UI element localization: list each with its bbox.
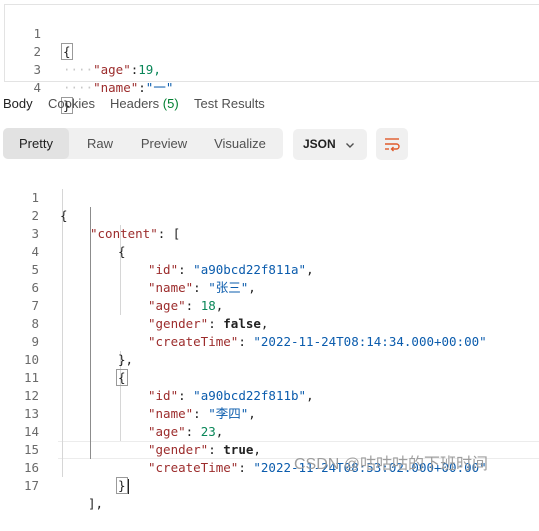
- code-line: 12 "name": "李四",: [0, 369, 256, 421]
- array-open: : [: [157, 226, 181, 241]
- code-line: 13 "age": 23,: [0, 387, 223, 439]
- tab-headers-label: Headers: [110, 96, 160, 111]
- json-value: 19,: [138, 62, 161, 77]
- json-key: "createTime": [148, 460, 239, 475]
- json-key: "id": [148, 262, 179, 277]
- code-line: 4 }: [5, 61, 73, 114]
- json-value: "一": [145, 80, 174, 95]
- json-value: "2022-11-24T08:14:34.000+00:00": [253, 334, 487, 349]
- line-number: 17: [23, 478, 39, 493]
- json-key: "gender": [148, 442, 209, 457]
- json-value: true: [223, 442, 254, 457]
- json-key: "name": [148, 280, 194, 295]
- code-line: 6 "age": 18,: [0, 261, 223, 313]
- indent-dots: ····: [63, 62, 94, 77]
- code-line: 1 {: [0, 171, 67, 223]
- json-value: "张三": [208, 280, 249, 295]
- code-line: 10 {: [0, 333, 128, 386]
- json-value: "a90bcd22f811a": [193, 262, 307, 277]
- object-close: },: [118, 352, 134, 367]
- json-key: "id": [148, 388, 179, 403]
- wrap-lines-button[interactable]: [376, 128, 408, 160]
- code-line: 11 "id": "a90bcd22f811b",: [0, 351, 314, 403]
- json-value: 18: [200, 298, 216, 313]
- visualize-button[interactable]: Visualize: [197, 128, 283, 159]
- code-line: 1 {: [5, 7, 73, 60]
- json-key: "age": [148, 424, 186, 439]
- pretty-button[interactable]: Pretty: [3, 128, 69, 159]
- text-cursor: [127, 479, 129, 494]
- indent-guide: [90, 207, 91, 459]
- json-key: "age": [93, 62, 131, 77]
- code-line: 9 },: [0, 315, 133, 367]
- code-line: 2 "content": [: [0, 189, 180, 241]
- indent-guide: [62, 189, 63, 477]
- line-number: 4: [33, 80, 41, 95]
- code-line: 16 }: [0, 441, 129, 494]
- object-close: }: [116, 477, 128, 494]
- colon: :: [138, 80, 146, 95]
- request-body-editor[interactable]: 1 { 2 ····"age":19, 3 ····"name":"一" 4 }: [4, 4, 539, 114]
- open-brace: {: [60, 208, 68, 223]
- json-value: "a90bcd22f811b": [193, 388, 307, 403]
- code-line: 8 "createTime": "2022-11-24T08:14:34.000…: [0, 297, 486, 349]
- json-value: "李四": [208, 406, 249, 421]
- object-open: {: [118, 244, 126, 259]
- tab-cookies[interactable]: Cookies: [48, 96, 95, 111]
- json-key: "name": [93, 80, 139, 95]
- json-key: "content": [90, 226, 158, 241]
- code-line: 2 ····"age":19,: [5, 25, 160, 77]
- format-label: JSON: [303, 137, 336, 151]
- code-line: 4 "id": "a90bcd22f811a",: [0, 225, 313, 277]
- json-value: false: [223, 316, 261, 331]
- indent-dots: ····: [63, 80, 94, 95]
- json-key: "name": [148, 406, 194, 421]
- code-line: 14 "gender": true,: [0, 405, 261, 457]
- open-brace: {: [61, 43, 73, 60]
- object-open: {: [116, 369, 128, 386]
- code-line: 3 {: [0, 207, 125, 259]
- watermark: CSDN @咕咕咕的下班时间: [294, 456, 489, 473]
- preview-button[interactable]: Preview: [131, 128, 197, 159]
- code-line: 7 "gender": false,: [0, 279, 268, 331]
- raw-button[interactable]: Raw: [69, 128, 131, 159]
- tab-body[interactable]: Body: [3, 96, 33, 111]
- json-value: 23: [200, 424, 216, 439]
- format-select[interactable]: JSON: [293, 129, 367, 160]
- code-line: 3 ····"name":"一": [5, 43, 173, 95]
- code-line: 17 ],: [0, 459, 103, 511]
- json-key: "gender": [148, 316, 209, 331]
- chevron-down-icon: [344, 138, 356, 156]
- json-key: "age": [148, 298, 186, 313]
- tab-test-results[interactable]: Test Results: [194, 96, 265, 111]
- code-line: 15 "createTime": "2022-11-24T08:53:02.00…: [0, 423, 487, 475]
- array-close: ],: [88, 496, 104, 511]
- tab-headers[interactable]: Headers (5): [110, 96, 179, 111]
- headers-count-badge: (5): [162, 96, 179, 111]
- view-mode-switcher: Pretty Raw Preview Visualize: [3, 128, 283, 159]
- code-line: 5 "name": "张三",: [0, 243, 255, 295]
- json-key: "createTime": [148, 334, 239, 349]
